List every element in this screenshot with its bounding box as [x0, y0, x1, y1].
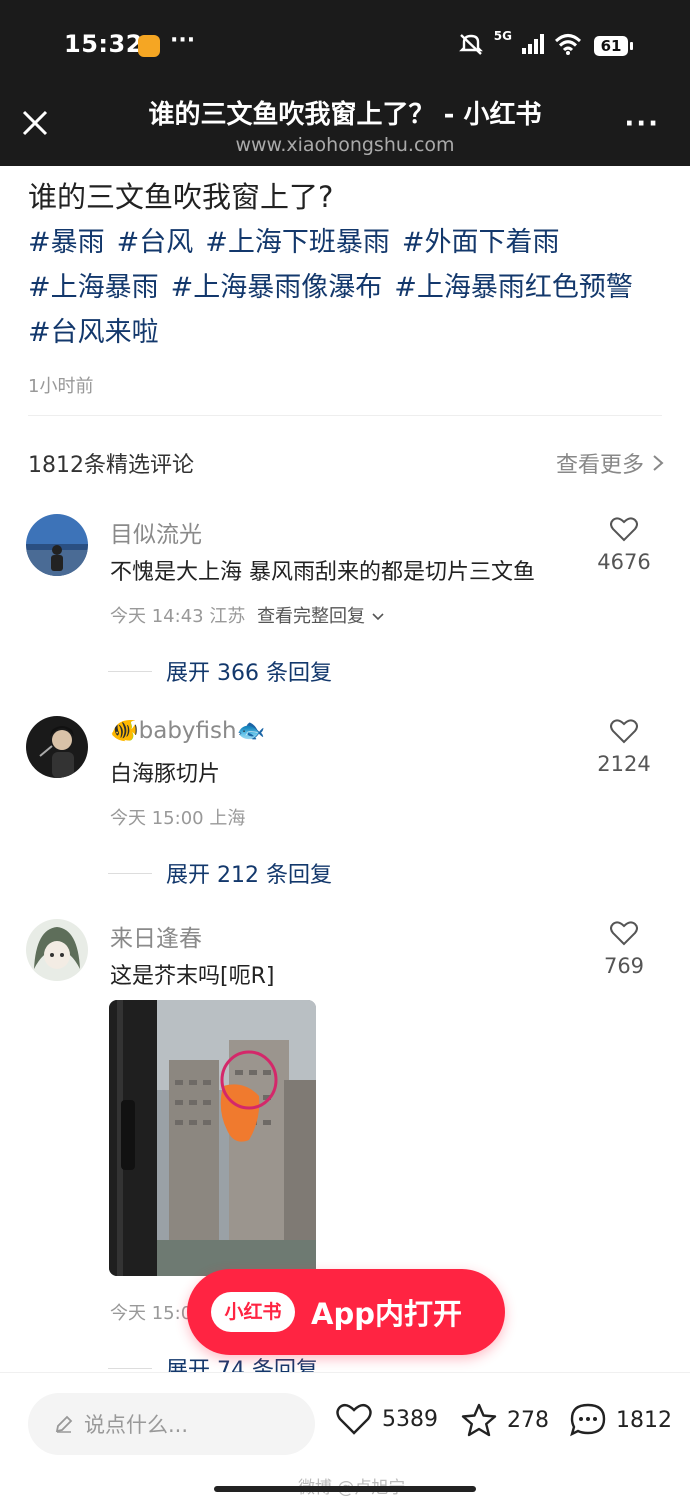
status-icons: 5G	[458, 29, 582, 56]
heart-icon	[610, 921, 638, 946]
wifi-icon	[554, 34, 582, 55]
comment-like-button[interactable]: 4676	[594, 516, 654, 574]
comment-time-location: 今天 14:43 江苏	[110, 606, 246, 627]
star-icon	[461, 1403, 497, 1437]
comment-like-count: 4676	[597, 550, 651, 574]
expand-replies-label: 展开 212 条回复	[166, 863, 332, 888]
comment-like-button[interactable]: 2124	[594, 718, 654, 776]
divider	[108, 1367, 152, 1369]
expand-replies-label: 展开 366 条回复	[166, 661, 332, 686]
heart-icon	[336, 1403, 372, 1435]
heart-icon	[610, 517, 638, 542]
comment-author[interactable]: 🐠babyfish🐟	[110, 717, 265, 744]
hashtag[interactable]: #台风	[117, 227, 194, 258]
hashtag[interactable]: #暴雨	[28, 227, 105, 258]
avatar[interactable]	[26, 716, 88, 778]
comment-meta: 今天 14:43 江苏 查看完整回复	[110, 602, 385, 628]
chat-bubble-icon	[570, 1403, 606, 1437]
chevron-down-icon	[372, 613, 384, 621]
comment-text: 白海豚切片	[110, 762, 221, 787]
page-url: www.xiaohongshu.com	[235, 134, 455, 156]
top-bar: 15:32 ··· 5G 61 谁的三文鱼吹我窗上了？ - 小红书 www.xi…	[0, 0, 690, 166]
heart-icon	[610, 719, 638, 744]
hashtag[interactable]: #外面下着雨	[402, 227, 560, 258]
view-full-reply-label: 查看完整回复	[257, 606, 366, 627]
comment-button[interactable]: 1812	[570, 1403, 672, 1437]
divider	[108, 872, 152, 874]
divider	[28, 415, 662, 416]
status-time: 15:32	[64, 30, 143, 58]
see-more-label: 查看更多	[555, 453, 644, 478]
like-button[interactable]: 5389	[336, 1403, 438, 1435]
hashtag[interactable]: #上海下班暴雨	[205, 227, 390, 258]
comment-image[interactable]	[109, 1000, 316, 1276]
bottom-action-bar: 说点什么... 5389 278 1812 微博 @卢旭宁	[0, 1372, 690, 1500]
open-in-app-label: App内打开	[311, 1297, 462, 1331]
open-in-app-button[interactable]: 小红书 App内打开	[187, 1269, 505, 1355]
view-full-reply-button[interactable]: 查看完整回复	[257, 606, 385, 627]
divider	[108, 670, 152, 672]
comment-like-count: 769	[603, 954, 645, 978]
mute-icon	[458, 34, 483, 55]
status-more-dots: ···	[170, 28, 196, 53]
comment-input-placeholder: 说点什么...	[84, 1413, 189, 1437]
notification-app-icon	[138, 35, 160, 57]
battery-indicator: 61	[594, 36, 633, 56]
like-count: 5389	[382, 1406, 438, 1432]
comment-like-count: 2124	[597, 752, 651, 776]
hashtag[interactable]: #上海暴雨红色预警	[394, 272, 633, 303]
expand-replies-button[interactable]: 展开 212 条回复	[108, 857, 332, 889]
avatar[interactable]	[26, 919, 88, 981]
page-title: 谁的三文鱼吹我窗上了？ - 小红书	[148, 100, 542, 130]
comment-count: 1812	[616, 1407, 672, 1433]
xiaohongshu-logo: 小红书	[211, 1292, 295, 1332]
post-title: 谁的三文鱼吹我窗上了?	[28, 180, 334, 214]
more-options-button[interactable]: ···	[624, 111, 660, 137]
see-more-button[interactable]: 查看更多	[556, 447, 664, 479]
collect-button[interactable]: 278	[461, 1403, 549, 1437]
chevron-right-icon	[653, 455, 664, 471]
comments-count-header: 1812条精选评论	[28, 453, 194, 478]
comment-author[interactable]: 来日逢春	[110, 919, 202, 953]
home-indicator[interactable]	[214, 1486, 476, 1492]
comment-text: 不愧是大上海 暴风雨刮来的都是切片三文鱼	[110, 560, 535, 585]
comment-like-button[interactable]: 769	[594, 920, 654, 978]
pencil-icon	[55, 1415, 73, 1433]
hashtag[interactable]: #台风来啦	[28, 317, 159, 348]
expand-replies-button[interactable]: 展开 366 条回复	[108, 655, 332, 687]
hashtag-list: #暴雨 #台风 #上海下班暴雨 #外面下着雨 #上海暴雨 #上海暴雨像瀑布 #上海暴雨红色预…	[28, 220, 668, 355]
collect-count: 278	[507, 1407, 549, 1433]
hashtag[interactable]: #上海暴雨	[28, 272, 159, 303]
signal-icon	[522, 34, 544, 54]
hashtag[interactable]: #上海暴雨像瀑布	[171, 272, 383, 303]
comment-time-location: 今天 15:00 上海	[110, 808, 246, 829]
comment-author[interactable]: 目似流光	[110, 515, 202, 549]
comment-time-location: 今天 15:0	[110, 1303, 193, 1324]
post-time: 1小时前	[28, 376, 94, 397]
comment-input[interactable]: 说点什么...	[28, 1393, 315, 1455]
avatar[interactable]	[26, 514, 88, 576]
network-type: 5G	[493, 29, 512, 43]
comment-text: 这是芥末吗[呃R]	[110, 964, 275, 989]
